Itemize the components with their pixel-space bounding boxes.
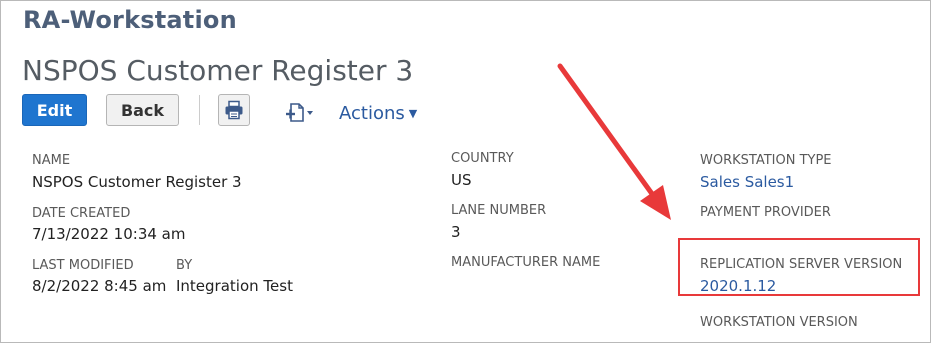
annotation-highlight-box [678, 238, 920, 296]
date-created-value: 7/13/2022 10:34 am [32, 225, 186, 243]
last-modified-label: LAST MODIFIED [32, 258, 134, 273]
new-document-icon [286, 103, 313, 122]
lane-number-label: LANE NUMBER [451, 203, 547, 218]
workstation-version-label: WORKSTATION VERSION [700, 315, 858, 330]
back-button[interactable]: Back [106, 94, 179, 126]
last-modified-value: 8/2/2022 8:45 am [32, 277, 167, 295]
print-button[interactable] [218, 94, 250, 126]
name-label: NAME [32, 153, 71, 168]
actions-label: Actions [339, 103, 405, 124]
record-name-heading: NSPOS Customer Register 3 [22, 54, 414, 87]
modified-by-value: Integration Test [176, 277, 293, 295]
country-label: COUNTRY [451, 151, 514, 166]
edit-button[interactable]: Edit [22, 94, 87, 126]
workstation-type-label: WORKSTATION TYPE [700, 153, 832, 168]
lane-number-value: 3 [451, 223, 461, 241]
manufacturer-name-label: MANUFACTURER NAME [451, 255, 601, 270]
date-created-label: DATE CREATED [32, 206, 131, 221]
country-value: US [451, 171, 472, 189]
chevron-down-icon: ▼ [408, 107, 418, 120]
record-type-title: RA-Workstation [23, 6, 237, 34]
workstation-type-link[interactable]: Sales Sales1 [700, 173, 794, 191]
new-record-menu-button[interactable] [276, 100, 322, 126]
toolbar-divider [199, 95, 200, 125]
actions-menu[interactable]: Actions ▼ [339, 103, 417, 124]
printer-icon [225, 100, 243, 120]
modified-by-label: BY [176, 258, 193, 273]
annotation-arrow-icon [557, 63, 671, 220]
name-value: NSPOS Customer Register 3 [32, 173, 242, 191]
payment-provider-label: PAYMENT PROVIDER [700, 205, 831, 220]
